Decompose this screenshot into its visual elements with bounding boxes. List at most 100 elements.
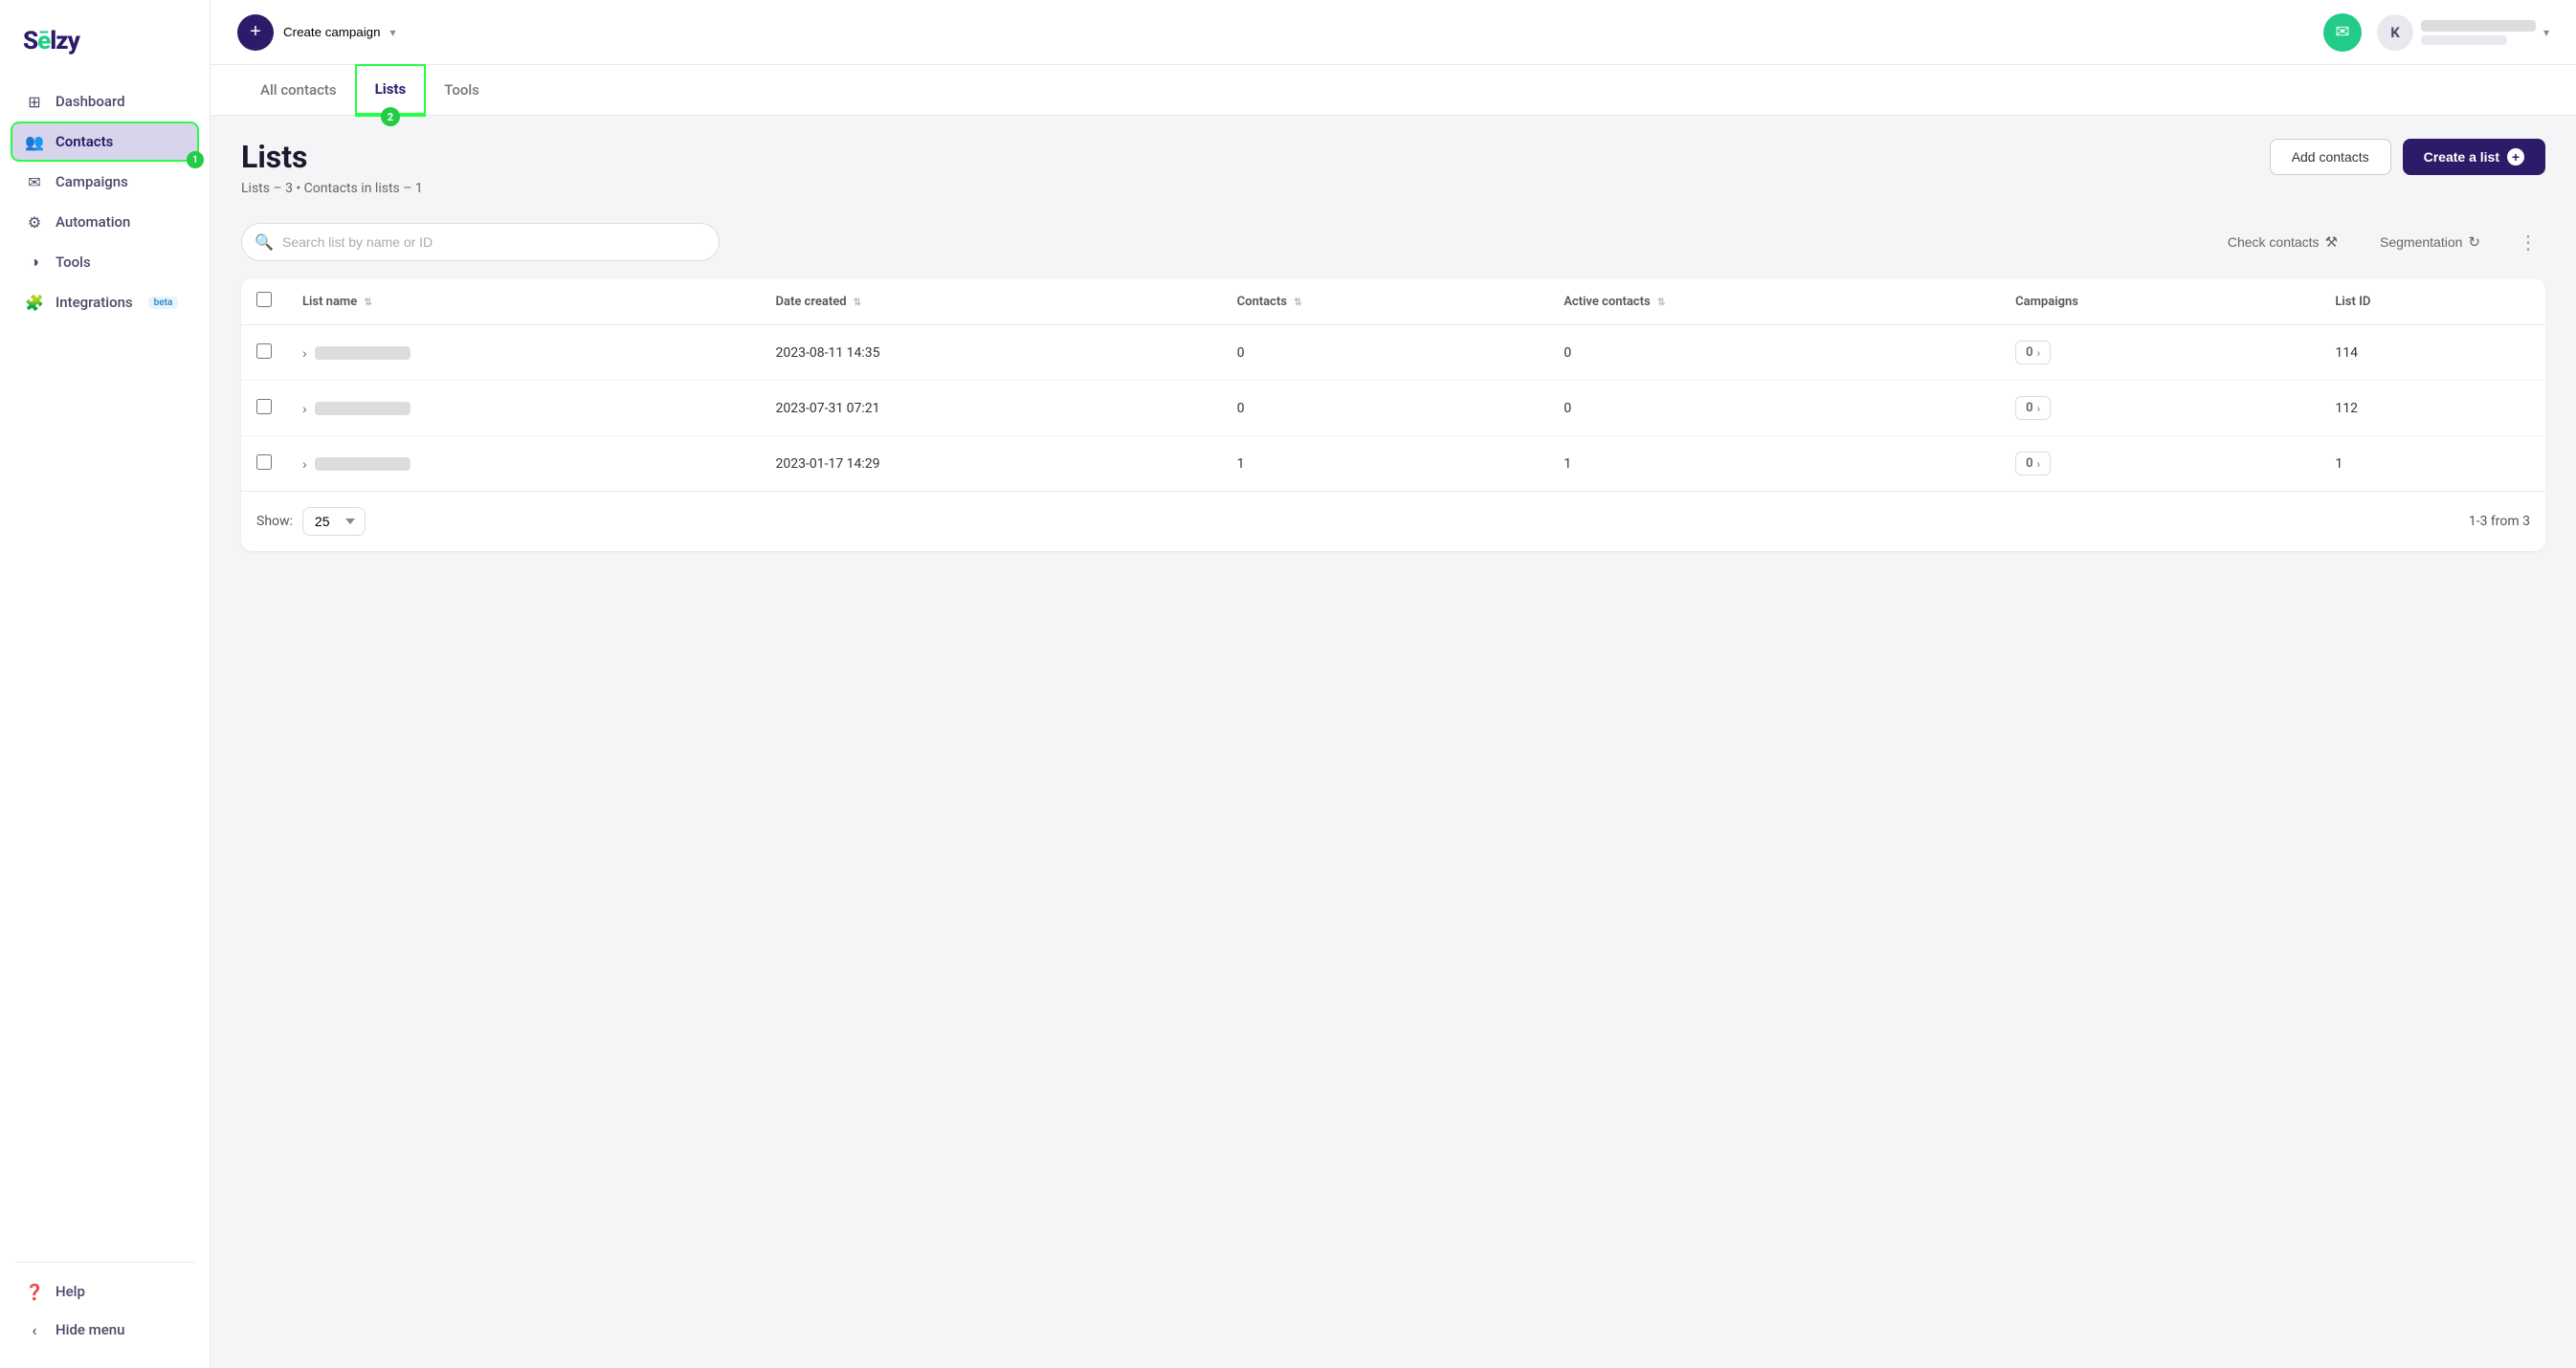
show-row: Show: 10 25 50 100: [256, 507, 366, 536]
row-checkbox-cell: [241, 436, 287, 492]
row-active-contacts: 1: [1548, 436, 2000, 492]
col-date-created[interactable]: Date created ⇅: [761, 278, 1222, 325]
campaigns-badge-arrow-icon: ›: [2037, 457, 2041, 471]
show-label: Show:: [256, 514, 293, 529]
col-list-name[interactable]: List name ⇅: [287, 278, 761, 325]
notification-button[interactable]: ✉: [2323, 13, 2362, 52]
page-actions: Add contacts Create a list +: [2270, 139, 2545, 175]
sidebar-bottom: ❓ Help ‹ Hide menu: [0, 1272, 210, 1349]
show-select[interactable]: 10 25 50 100: [302, 507, 366, 536]
avatar: K: [2377, 14, 2413, 51]
create-campaign-button[interactable]: + Create campaign ▾: [237, 14, 396, 51]
page-body: Lists Lists – 3 • Contacts in lists – 1 …: [211, 116, 2576, 1368]
tab-lists-badge: 2: [381, 107, 400, 126]
row-campaigns: 0 ›: [2000, 436, 2320, 492]
row-checkbox[interactable]: [256, 399, 272, 414]
row-date-created: 2023-01-17 14:29: [761, 436, 1222, 492]
integrations-icon: 🧩: [25, 293, 44, 312]
header-right: ✉ K ▾: [2323, 13, 2549, 52]
sort-icon-date-created: ⇅: [854, 298, 861, 308]
col-contacts[interactable]: Contacts ⇅: [1222, 278, 1549, 325]
header: + Create campaign ▾ ✉ K ▾: [211, 0, 2576, 65]
dashboard-icon: ⊞: [25, 92, 44, 111]
page-subtitle: Lists – 3 • Contacts in lists – 1: [241, 181, 423, 196]
more-options-button[interactable]: ⋮: [2511, 227, 2545, 257]
sidebar-item-automation[interactable]: ⚙ Automation: [11, 203, 198, 241]
beta-badge: beta: [148, 297, 179, 309]
sidebar-item-campaigns[interactable]: ✉ Campaigns: [11, 163, 198, 201]
sidebar-item-tools[interactable]: ◑ Tools: [11, 243, 198, 281]
tab-lists[interactable]: Lists 2: [356, 65, 426, 116]
app-logo: Sēlzy: [23, 27, 187, 55]
row-checkbox[interactable]: [256, 343, 272, 359]
user-email-blurred: [2421, 35, 2507, 45]
row-campaigns: 0 ›: [2000, 381, 2320, 436]
select-all-checkbox[interactable]: [256, 292, 272, 307]
sidebar-item-dashboard[interactable]: ⊞ Dashboard: [11, 82, 198, 121]
subtitle-contacts: Contacts in lists – 1: [304, 181, 423, 196]
sidebar-item-label: Campaigns: [56, 173, 128, 190]
row-list-id: 112: [2320, 381, 2545, 436]
row-name-cell: ›: [287, 381, 761, 436]
row-date-created: 2023-08-11 14:35: [761, 325, 1222, 381]
page-header: Lists Lists – 3 • Contacts in lists – 1 …: [241, 139, 2545, 196]
row-expand-button[interactable]: ›: [302, 401, 307, 416]
check-contacts-button[interactable]: Check contacts ⚒: [2216, 226, 2349, 258]
row-contacts: 0: [1222, 325, 1549, 381]
sidebar-item-integrations[interactable]: 🧩 Integrations beta: [11, 283, 198, 321]
row-contacts: 1: [1222, 436, 1549, 492]
row-expand-button[interactable]: ›: [302, 345, 307, 361]
plus-circle-icon: +: [237, 14, 274, 51]
sidebar-item-hide-menu[interactable]: ‹ Hide menu: [11, 1311, 198, 1349]
add-contacts-button[interactable]: Add contacts: [2270, 139, 2391, 175]
list-name-blurred: [315, 457, 411, 471]
create-list-button[interactable]: Create a list +: [2403, 139, 2545, 175]
row-name-cell: ›: [287, 436, 761, 492]
sidebar-nav: ⊞ Dashboard 👥 Contacts 1 ✉ Campaigns ⚙ A…: [0, 82, 210, 1252]
create-list-plus-icon: +: [2507, 148, 2524, 165]
row-list-id: 114: [2320, 325, 2545, 381]
campaigns-badge-button[interactable]: 0 ›: [2015, 396, 2051, 420]
list-name-blurred: [315, 346, 411, 360]
row-expand-button[interactable]: ›: [302, 456, 307, 472]
row-checkbox[interactable]: [256, 454, 272, 470]
sidebar-item-label: Help: [56, 1283, 85, 1300]
subtitle-separator: •: [296, 181, 303, 196]
contacts-icon: 👥: [25, 132, 44, 151]
subtitle-lists: Lists – 3: [241, 181, 293, 196]
segmentation-icon: ↻: [2468, 233, 2480, 251]
col-active-contacts[interactable]: Active contacts ⇅: [1548, 278, 2000, 325]
header-left: + Create campaign ▾: [237, 14, 396, 51]
page-title: Lists: [241, 139, 423, 175]
sidebar-divider: [15, 1262, 194, 1263]
sidebar-item-help[interactable]: ❓ Help: [11, 1272, 198, 1311]
tab-all-contacts[interactable]: All contacts: [241, 66, 356, 116]
table-row: › 2023-07-31 07:21 0 0 0 › 112: [241, 381, 2545, 436]
notification-icon: ✉: [2335, 22, 2349, 42]
check-contacts-label: Check contacts: [2228, 234, 2320, 250]
row-checkbox-cell: [241, 325, 287, 381]
page-title-area: Lists Lists – 3 • Contacts in lists – 1: [241, 139, 423, 196]
create-campaign-label: Create campaign: [283, 25, 381, 39]
campaigns-badge-button[interactable]: 0 ›: [2015, 452, 2051, 475]
campaigns-icon: ✉: [25, 172, 44, 191]
sidebar-item-contacts[interactable]: 👥 Contacts: [11, 122, 198, 161]
logo-area: Sēlzy: [0, 19, 210, 82]
sort-icon-list-name: ⇅: [364, 298, 371, 308]
segmentation-button[interactable]: Segmentation ↻: [2368, 226, 2492, 258]
search-input[interactable]: [241, 223, 720, 261]
select-all-cell: [241, 278, 287, 325]
sidebar-item-label: Contacts: [56, 133, 113, 150]
user-name-area: [2421, 20, 2536, 45]
search-wrapper: 🔍: [241, 223, 720, 261]
sidebar-item-label: Tools: [56, 254, 91, 271]
row-contacts: 0: [1222, 381, 1549, 436]
tab-tools[interactable]: Tools: [425, 66, 499, 116]
hide-menu-icon: ‹: [25, 1320, 44, 1339]
table-header-row: List name ⇅ Date created ⇅ Contacts ⇅: [241, 278, 2545, 325]
sidebar-item-label: Automation: [56, 213, 130, 231]
campaigns-badge-arrow-icon: ›: [2037, 402, 2041, 415]
user-menu[interactable]: K ▾: [2377, 14, 2549, 51]
campaigns-badge-button[interactable]: 0 ›: [2015, 341, 2051, 364]
table-row: › 2023-01-17 14:29 1 1 0 › 1: [241, 436, 2545, 492]
